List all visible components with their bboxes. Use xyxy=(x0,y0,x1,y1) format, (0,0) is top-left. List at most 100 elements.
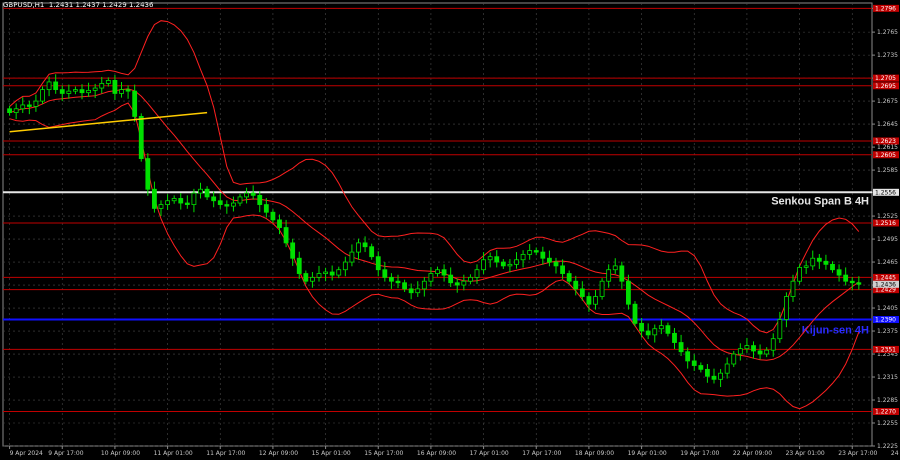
candle-body xyxy=(797,267,802,282)
candle-body xyxy=(843,274,849,282)
candle-body xyxy=(836,269,842,276)
candle-body xyxy=(184,202,190,205)
candle-body xyxy=(79,89,85,94)
candle-body xyxy=(751,345,756,352)
candle-body xyxy=(329,271,335,276)
candle-body xyxy=(342,261,348,271)
x-tick-label: 12 Apr 09:00 xyxy=(259,450,298,457)
y-tick-label: 1.2405 xyxy=(877,305,898,312)
candle-body xyxy=(152,188,157,209)
x-tick-label: 23 Apr 01:00 xyxy=(786,450,825,457)
candle-body xyxy=(810,257,816,267)
candle-body xyxy=(665,325,671,334)
y-tick-label: 1.2255 xyxy=(877,420,898,427)
x-tick-label: 17 Apr 01:00 xyxy=(470,450,509,457)
candle-body xyxy=(33,100,39,107)
candle-body xyxy=(645,330,651,336)
candle-body xyxy=(560,265,565,274)
candle-body xyxy=(514,259,519,265)
candle-body xyxy=(402,282,407,290)
candle-body xyxy=(540,251,546,259)
x-tick-label: 11 Apr 01:00 xyxy=(154,450,193,457)
candle-body xyxy=(40,89,45,102)
candle-body xyxy=(474,269,480,278)
candle-body xyxy=(99,83,105,89)
candle-body xyxy=(573,280,579,290)
candle-body xyxy=(389,276,394,282)
y-tick-label: 1.2465 xyxy=(877,259,898,266)
candle-body xyxy=(283,227,289,244)
candle-body xyxy=(731,353,737,365)
candle-body xyxy=(790,280,796,297)
candle-body xyxy=(579,288,585,297)
candle-body xyxy=(263,204,269,213)
candle-body xyxy=(448,274,454,284)
candle-body xyxy=(125,89,131,92)
candle-body xyxy=(639,322,644,332)
candle-body xyxy=(658,325,664,330)
chart-window: GBPUSD,H1 1.2431 1.2437 1.2429 1.2436 1.… xyxy=(0,0,900,460)
candle-body xyxy=(586,296,592,305)
candle-body xyxy=(105,80,111,84)
candle-body xyxy=(744,345,750,350)
candle-body xyxy=(395,280,401,284)
candle-body xyxy=(553,261,559,267)
candle-body xyxy=(705,368,710,377)
candle-body xyxy=(606,269,612,282)
candle-body xyxy=(66,90,72,94)
y-tick-label: 1.2675 xyxy=(877,98,898,105)
candle-body xyxy=(211,196,217,202)
candle-body xyxy=(217,200,223,205)
candle-body xyxy=(237,196,243,204)
candle-body xyxy=(698,365,704,370)
candle-body xyxy=(415,288,421,294)
level-price-label: 1.2695 xyxy=(875,83,896,90)
candle-body xyxy=(356,242,361,253)
candle-body xyxy=(652,328,658,336)
x-tick-label: 22 Apr 09:00 xyxy=(733,450,772,457)
candle-body xyxy=(316,273,322,278)
senkou-span-b-label: Senkou Span B 4H xyxy=(771,195,869,207)
x-tick-label: 18 Apr 09:00 xyxy=(575,450,614,457)
kijun-sen-label: Kijun-sen 4H xyxy=(802,325,869,337)
candle-body xyxy=(158,204,164,209)
x-tick-label: 19 Apr 17:00 xyxy=(680,450,719,457)
candle-body xyxy=(303,273,309,282)
band-upper xyxy=(9,20,860,334)
y-tick-label: 1.2735 xyxy=(877,52,898,59)
candle-body xyxy=(849,280,855,284)
level-price-label: 1.2623 xyxy=(875,138,896,145)
candle-body xyxy=(382,269,388,278)
candle-body xyxy=(323,271,328,274)
x-tick-label: 10 Apr 09:00 xyxy=(101,450,140,457)
candle-body xyxy=(533,250,539,253)
candle-body xyxy=(454,282,460,286)
candle-body xyxy=(619,265,625,282)
candle-body xyxy=(737,348,743,355)
y-tick-label: 1.2225 xyxy=(877,443,898,450)
candle-body xyxy=(362,242,368,248)
x-tick-label: 9 Apr 2024 xyxy=(10,450,43,457)
x-tick-label: 24 Apr 09:00 xyxy=(891,450,900,457)
candle-body xyxy=(718,372,723,380)
candle-body xyxy=(349,251,355,263)
price-chart[interactable]: 1.2796 1.2765 1.2735 1.2705 1.2675 1.2645 1.26… xyxy=(0,0,900,460)
candle-body xyxy=(428,273,434,282)
level-price-label: 1.2796 xyxy=(875,5,896,12)
candle-body xyxy=(86,89,91,94)
candle-body xyxy=(132,90,138,117)
candle-body xyxy=(672,332,677,343)
candle-body xyxy=(757,350,763,355)
candle-body xyxy=(119,89,124,94)
candle-body xyxy=(830,263,835,271)
candle-body xyxy=(527,250,533,255)
candle-body xyxy=(198,188,203,194)
candle-body xyxy=(421,280,427,290)
candle-body xyxy=(678,342,684,353)
x-tick-label: 9 Apr 17:00 xyxy=(48,450,83,457)
candle-body xyxy=(481,259,486,271)
x-tick-label: 16 Apr 09:00 xyxy=(417,450,456,457)
candle-body xyxy=(231,202,236,207)
level-price-label: 1.2270 xyxy=(875,409,896,416)
candle-body xyxy=(632,303,638,324)
